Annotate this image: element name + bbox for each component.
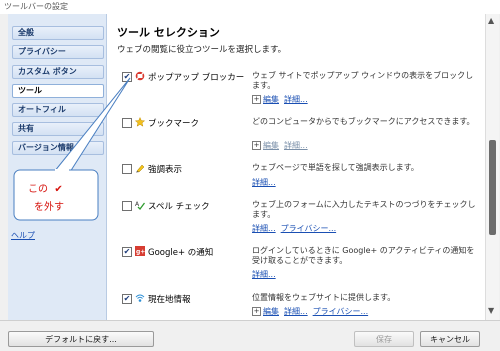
bookmark-star-icon xyxy=(135,117,145,127)
details-link[interactable]: 詳細... xyxy=(252,224,276,233)
content-scrollbar[interactable]: ▲ ▼ xyxy=(485,14,499,320)
cancel-button[interactable]: キャンセル xyxy=(420,331,480,347)
spellcheck-checkbox[interactable] xyxy=(122,201,132,211)
privacy-link[interactable]: プライバシー... xyxy=(313,307,368,316)
sidebar-item-share[interactable]: 共有 xyxy=(12,122,104,136)
tool-links: + 編集 詳細... xyxy=(252,140,313,151)
tool-description: どのコンピュータからでもブックマークにアクセスできます。 xyxy=(252,117,475,126)
edit-link[interactable]: 編集 xyxy=(263,307,279,316)
expand-icon[interactable]: + xyxy=(252,307,261,316)
google-plus-checkbox[interactable]: ✔ xyxy=(122,247,132,257)
tool-description: ログインしているときに Google+ のアクティビティの通知を受け取ることがで… xyxy=(252,246,475,265)
sidebar-item-privacy[interactable]: プライバシー xyxy=(12,45,104,59)
scroll-down-arrow-icon[interactable]: ▼ xyxy=(488,306,494,315)
tool-links: 詳細... xyxy=(252,269,281,280)
reset-defaults-button[interactable]: デフォルトに戻す... xyxy=(8,331,154,347)
tool-links: 詳細... xyxy=(252,177,281,188)
tool-name: ブックマーク xyxy=(148,119,200,129)
highlighter-icon xyxy=(136,164,145,173)
annotation-text-line1: この ✔ xyxy=(28,184,63,195)
save-button[interactable]: 保存 xyxy=(354,331,414,347)
sidebar-item-autofill[interactable]: オートフィル xyxy=(12,103,104,117)
tool-name: スペル チェック xyxy=(148,202,210,212)
tool-description: 位置情報をウェブサイトに提供します。 xyxy=(252,293,396,302)
scroll-up-arrow-icon[interactable]: ▲ xyxy=(488,16,494,25)
location-checkbox[interactable]: ✔ xyxy=(122,294,132,304)
popup-blocker-icon xyxy=(135,71,145,81)
tool-description: ウェブ上のフォームに入力したテキストのつづりをチェックします。 xyxy=(252,200,476,219)
expand-icon[interactable]: + xyxy=(252,95,261,104)
tool-description: ウェブページで単語を探して強調表示します。 xyxy=(252,163,419,172)
details-link[interactable]: 詳細... xyxy=(284,95,308,104)
popup-blocker-checkbox[interactable]: ✔ xyxy=(122,72,132,82)
edit-link[interactable]: 編集 xyxy=(263,141,279,150)
tool-links: 詳細... プライバシー... xyxy=(252,223,341,234)
svg-text:g+: g+ xyxy=(136,249,145,256)
sidebar-item-tools[interactable]: ツール xyxy=(12,84,104,98)
tool-name: Google+ の通知 xyxy=(148,248,214,258)
tool-name: 強調表示 xyxy=(148,165,183,175)
location-icon xyxy=(135,294,145,302)
details-link[interactable]: 詳細... xyxy=(284,307,308,316)
tool-name: ポップアップ ブロッカー xyxy=(148,73,245,83)
help-link[interactable]: ヘルプ xyxy=(11,230,35,241)
settings-sidebar: 全般 プライバシー カスタム ボタン ツール オートフィル 共有 バージョン情報 xyxy=(8,14,107,320)
page-title: ツール セレクション xyxy=(117,26,220,39)
sidebar-item-custom-buttons[interactable]: カスタム ボタン xyxy=(12,65,104,79)
privacy-link[interactable]: プライバシー... xyxy=(281,224,336,233)
scrollbar-thumb[interactable] xyxy=(489,140,496,235)
tool-name: 現在地情報 xyxy=(148,295,191,305)
svg-text:A: A xyxy=(135,201,140,208)
annotation-text-line2: を外す xyxy=(34,202,64,213)
tool-links: + 編集 詳細... プライバシー... xyxy=(252,306,373,317)
tool-links: + 編集 詳細... xyxy=(252,94,313,105)
sidebar-item-general[interactable]: 全般 xyxy=(12,26,104,40)
details-link[interactable]: 詳細... xyxy=(284,141,308,150)
red-check-icon: ✔ xyxy=(54,184,63,195)
dialog-footer: デフォルトに戻す... 保存 キャンセル xyxy=(0,320,500,351)
details-link[interactable]: 詳細... xyxy=(252,270,276,279)
tool-selection-panel: ツール セレクション ウェブの閲覧に役立つツールを選択します。 ✔ ポップアップ… xyxy=(107,14,485,320)
tool-description: ウェブ サイトでポップアップ ウィンドウの表示をブロックします。 xyxy=(252,71,474,90)
window-title: ツールバーの設定 xyxy=(0,0,500,14)
expand-icon[interactable]: + xyxy=(252,141,261,150)
google-plus-icon: g+ xyxy=(135,246,145,256)
highlight-checkbox[interactable] xyxy=(122,164,132,174)
sidebar-item-version-info[interactable]: バージョン情報 xyxy=(12,141,104,155)
details-link[interactable]: 詳細... xyxy=(252,178,276,187)
edit-link[interactable]: 編集 xyxy=(263,95,279,104)
bookmark-checkbox[interactable] xyxy=(122,118,132,128)
page-description: ウェブの閲覧に役立つツールを選択します。 xyxy=(117,45,287,55)
spellcheck-icon: A xyxy=(135,201,145,210)
